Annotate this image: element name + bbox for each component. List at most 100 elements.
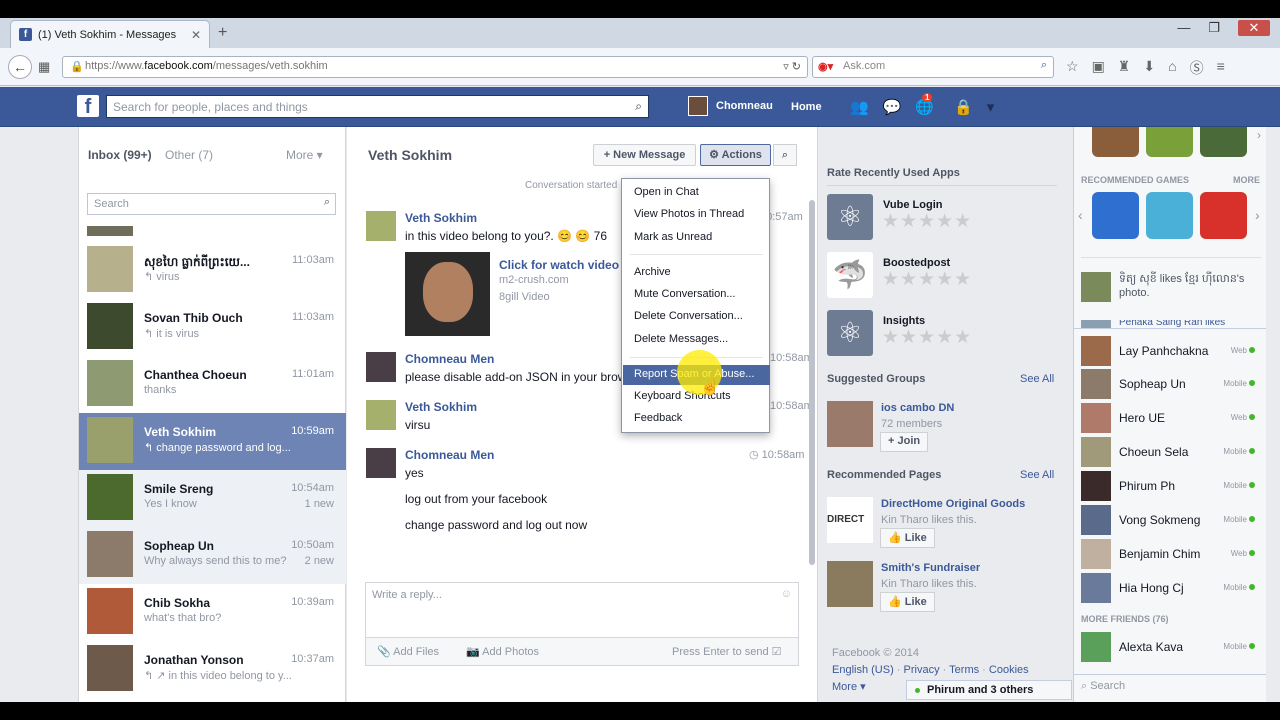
inbox-tab[interactable]: Inbox (99+) bbox=[88, 148, 152, 162]
sender-name[interactable]: Veth Sokhim bbox=[405, 211, 477, 225]
facebook-search-input[interactable]: Search for people, places and things ⌕ bbox=[106, 95, 649, 118]
avatar[interactable] bbox=[366, 211, 396, 241]
facebook-logo-icon[interactable]: f bbox=[77, 95, 99, 118]
menu-item-feedback[interactable]: Feedback bbox=[623, 409, 770, 429]
other-tab[interactable]: Other (7) bbox=[165, 148, 213, 162]
minimize-icon[interactable]: — bbox=[1177, 20, 1190, 36]
more-games-link[interactable]: MORE bbox=[1233, 175, 1260, 185]
conversation-row[interactable]: Sovan Thib Ouch ↰ it is virus 11:03am bbox=[79, 299, 346, 356]
chat-friend[interactable]: Choeun Sela Mobile bbox=[1081, 437, 1261, 467]
chevron-left-icon[interactable]: ‹ bbox=[1078, 207, 1083, 223]
extension-icon[interactable]: ♜ bbox=[1118, 58, 1131, 78]
see-all-link[interactable]: See All bbox=[1020, 469, 1054, 481]
shark-icon[interactable]: 🦈 bbox=[827, 252, 873, 298]
add-photos-button[interactable]: 📷 Add Photos bbox=[466, 645, 539, 658]
footer-link-terms[interactable]: Terms bbox=[949, 664, 979, 676]
avatar[interactable] bbox=[366, 448, 396, 478]
sender-name[interactable]: Veth Sokhim bbox=[405, 400, 477, 414]
download-icon[interactable]: ⬇ bbox=[1143, 58, 1155, 78]
settings-dropdown-icon[interactable]: ▾ bbox=[987, 98, 995, 116]
menu-item-archive[interactable]: Archive bbox=[623, 263, 770, 283]
video-link[interactable]: Click for watch video bbox=[499, 258, 619, 272]
checkbox-icon[interactable]: ☑ bbox=[772, 646, 782, 658]
menu-item-mute[interactable]: Mute Conversation... bbox=[623, 285, 770, 305]
footer-more-link[interactable]: More ▾ bbox=[832, 681, 866, 693]
chat-friend[interactable]: Sopheap Un Mobile bbox=[1081, 369, 1261, 399]
group-name[interactable]: ios cambo DN bbox=[881, 402, 954, 414]
chat-tab[interactable]: Phirum and 3 others bbox=[906, 680, 1072, 700]
reload-icon[interactable]: ▿ ↻ bbox=[783, 60, 801, 73]
game-icon[interactable] bbox=[1146, 127, 1193, 157]
home-link[interactable]: Home bbox=[791, 101, 822, 113]
sender-name[interactable]: Chomneau Men bbox=[405, 352, 494, 366]
avatar[interactable] bbox=[1081, 272, 1111, 302]
footer-link-language[interactable]: English (US) bbox=[832, 664, 894, 676]
group-photo[interactable] bbox=[827, 401, 873, 447]
activity-feed-item[interactable]: ទិត្យ សុខី likes ខ្មែរ ហ៊ីលោន's photo. bbox=[1119, 272, 1259, 300]
privacy-icon[interactable]: 🔒 bbox=[954, 98, 973, 116]
menu-item-mark-unread[interactable]: Mark as Unread bbox=[623, 228, 770, 248]
sender-name[interactable]: Chomneau Men bbox=[405, 448, 494, 462]
grid-icon[interactable]: ▦ bbox=[38, 59, 50, 75]
menu-item-delete-conversation[interactable]: Delete Conversation... bbox=[623, 307, 770, 327]
chat-friend[interactable]: Phirum Ph Mobile bbox=[1081, 471, 1261, 501]
chat-friend[interactable]: Hia Hong Cj Mobile bbox=[1081, 573, 1261, 603]
footer-link-cookies[interactable]: Cookies bbox=[989, 664, 1029, 676]
profile-link[interactable]: Chomneau bbox=[688, 96, 773, 116]
game-icon[interactable] bbox=[1092, 192, 1139, 239]
star-rating[interactable]: ★★★★★ bbox=[882, 326, 972, 349]
footer-link-privacy[interactable]: Privacy bbox=[904, 664, 940, 676]
conversation-row[interactable]: Smile Sreng Yes I know 10:54am 1 new bbox=[79, 470, 346, 527]
conversation-row[interactable]: Chanthea Choeun thanks 11:01am bbox=[79, 356, 346, 413]
search-icon[interactable]: ⌕ bbox=[635, 99, 642, 114]
atom-icon[interactable]: ⚛ bbox=[827, 194, 873, 240]
chat-friend[interactable]: Alexta Kava Mobile bbox=[1081, 632, 1261, 662]
reading-list-icon[interactable]: ▣ bbox=[1092, 58, 1105, 78]
window-close-icon[interactable]: ✕ bbox=[1238, 20, 1270, 36]
star-rating[interactable]: ★★★★★ bbox=[882, 210, 972, 233]
menu-item-view-photos[interactable]: View Photos in Thread bbox=[623, 205, 770, 225]
messages-icon[interactable]: 💬 bbox=[883, 98, 902, 116]
page-photo[interactable] bbox=[827, 561, 873, 607]
add-files-button[interactable]: 📎 Add Files bbox=[377, 645, 439, 658]
chat-friend[interactable]: Benjamin Chim Web bbox=[1081, 539, 1261, 569]
game-icon[interactable] bbox=[1200, 192, 1247, 239]
game-icon[interactable] bbox=[1200, 127, 1247, 157]
avatar[interactable] bbox=[366, 400, 396, 430]
menu-item-delete-messages[interactable]: Delete Messages... bbox=[623, 330, 770, 350]
skype-icon[interactable]: Ⓢ bbox=[1190, 58, 1204, 78]
star-rating[interactable]: ★★★★★ bbox=[882, 268, 972, 291]
chat-friend[interactable]: Vong Sokmeng Mobile bbox=[1081, 505, 1261, 535]
game-icon[interactable] bbox=[1146, 192, 1193, 239]
new-tab-icon[interactable]: + bbox=[218, 24, 227, 42]
menu-item-open-in-chat[interactable]: Open in Chat bbox=[623, 183, 770, 203]
browser-tab[interactable]: f (1) Veth Sokhim - Messages ✕ bbox=[10, 20, 210, 48]
page-name[interactable]: DirectHome Original Goods bbox=[881, 498, 1025, 510]
search-engine-bar[interactable]: ◉▾ Ask.com ⌕ bbox=[812, 56, 1054, 78]
conversation-search-input[interactable]: Search ⌕ bbox=[87, 193, 336, 215]
chat-search-input[interactable]: ⌕ Search bbox=[1081, 680, 1125, 693]
message-search-icon[interactable]: ⌕ bbox=[773, 144, 797, 166]
reply-textarea[interactable]: Write a reply... ☺ bbox=[365, 582, 799, 638]
search-icon[interactable]: ⌕ bbox=[324, 196, 330, 209]
search-icon[interactable]: ⌕ bbox=[1041, 59, 1047, 72]
page-logo[interactable]: DIRECT bbox=[827, 497, 873, 543]
page-name[interactable]: Smith's Fundraiser bbox=[881, 562, 980, 574]
bookmark-star-icon[interactable]: ☆ bbox=[1066, 58, 1079, 78]
see-all-link[interactable]: See All bbox=[1020, 373, 1054, 385]
conversation-row[interactable]: Sopheap Un Why always send this to me? 1… bbox=[79, 527, 346, 584]
press-enter-toggle[interactable]: Press Enter to send ☑ bbox=[672, 645, 782, 658]
conversation-row-selected[interactable]: Veth Sokhim ↰ change password and log...… bbox=[79, 413, 346, 470]
join-button[interactable]: + Join bbox=[880, 432, 929, 452]
chat-friend[interactable]: Hero UE Web bbox=[1081, 403, 1261, 433]
url-bar[interactable]: 🔒 https://www.facebook.com/messages/veth… bbox=[62, 56, 808, 78]
tab-close-icon[interactable]: ✕ bbox=[191, 28, 201, 42]
conversation-row[interactable]: Jonathan Yonson ↰ ↗ in this video belong… bbox=[79, 641, 346, 698]
emoticon-icon[interactable]: ☺ bbox=[781, 588, 792, 600]
like-button[interactable]: 👍 Like bbox=[880, 528, 935, 548]
chevron-right-icon[interactable]: › bbox=[1255, 207, 1260, 223]
chevron-right-icon[interactable]: › bbox=[1257, 128, 1261, 142]
conversation-row[interactable]: Chib Sokha what's that bro? 10:39am bbox=[79, 584, 346, 641]
video-thumbnail[interactable] bbox=[405, 252, 490, 336]
atom-icon[interactable]: ⚛ bbox=[827, 310, 873, 356]
